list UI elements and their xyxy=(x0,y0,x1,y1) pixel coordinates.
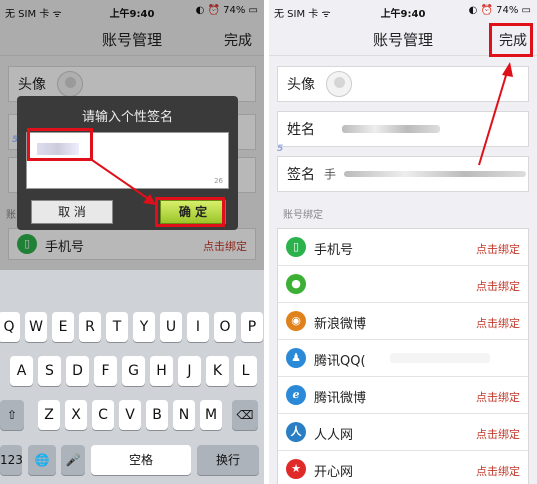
watermark-mark: 5 xyxy=(12,135,19,145)
key-f[interactable]: F xyxy=(94,356,117,386)
bind-item-renren[interactable]: 人 人人网 点击绑定 xyxy=(278,414,528,451)
qq-icon: ♟ xyxy=(286,348,306,368)
bind-name: 腾讯QQ( xyxy=(314,354,366,369)
phone-icon: ▯ xyxy=(286,237,306,257)
watermark-mark: 5 xyxy=(277,144,284,154)
key-g[interactable]: G xyxy=(122,356,145,386)
keyboard-row-2: ASDFGHJKL xyxy=(0,356,264,386)
microphone-key[interactable]: 🎤 xyxy=(61,445,85,475)
bind-item-tencent-weibo[interactable]: ℯ 腾讯微博 点击绑定 xyxy=(278,377,528,414)
key-o[interactable]: O xyxy=(214,312,236,342)
keyboard-row-1: QWERTYUIOP xyxy=(0,312,264,342)
bind-action[interactable]: 点击绑定 xyxy=(476,278,520,294)
shift-key[interactable]: ⇧ xyxy=(0,400,24,430)
delete-key[interactable]: ⌫ xyxy=(232,400,258,430)
key-k[interactable]: K xyxy=(206,356,229,386)
key-v[interactable]: V xyxy=(119,400,141,430)
bind-list: ▯ 手机号 点击绑定 ● 点击绑定 ◉ 新浪微博 点击绑定 ♟ 腾讯QQ( ℯ xyxy=(277,228,529,484)
tencent-weibo-icon: ℯ xyxy=(286,385,306,405)
bind-item-kaixin[interactable]: ★ 开心网 点击绑定 xyxy=(278,451,528,484)
key-a[interactable]: A xyxy=(10,356,33,386)
bind-action[interactable]: 点击绑定 xyxy=(476,315,520,331)
bind-action[interactable]: 点击绑定 xyxy=(476,426,520,442)
key-i[interactable]: I xyxy=(187,312,209,342)
qq-value-blurred xyxy=(390,353,490,363)
key-p[interactable]: P xyxy=(241,312,263,342)
arrow-to-done-icon xyxy=(478,62,513,166)
key-d[interactable]: D xyxy=(66,356,89,386)
wechat-icon: ● xyxy=(286,274,306,294)
key-s[interactable]: S xyxy=(38,356,61,386)
keyboard-row-4: 123 🌐 🎤 空格 换行 xyxy=(0,445,264,475)
key-h[interactable]: H xyxy=(150,356,173,386)
key-e[interactable]: E xyxy=(52,312,74,342)
return-key[interactable]: 换行 xyxy=(197,445,259,475)
key-w[interactable]: W xyxy=(25,312,47,342)
key-r[interactable]: R xyxy=(79,312,101,342)
keyboard: QWERTYUIOP ASDFGHJKL ⇧ ⌫ ZXCVBNM 123 🌐 🎤… xyxy=(0,270,264,484)
bind-action[interactable]: 点击绑定 xyxy=(476,389,520,405)
right-phone-screen: 无 SIM 卡 ᯤ 上午9:40 ◐ ⏰ 74% ▭ 账号管理 完成 头像 姓名… xyxy=(269,0,537,484)
key-n[interactable]: N xyxy=(173,400,195,430)
bind-name: 腾讯微博 xyxy=(314,391,367,406)
key-c[interactable]: C xyxy=(92,400,114,430)
bind-action[interactable]: 点击绑定 xyxy=(476,463,520,479)
bind-name: 开心网 xyxy=(314,465,354,480)
bind-name: 人人网 xyxy=(314,428,354,443)
left-phone-screen: 无 SIM 卡 ᯤ 上午9:40 ◐ ⏰ 74% ▭ 账号管理 完成 头像 姓 … xyxy=(0,0,264,484)
numbers-key[interactable]: 123 xyxy=(0,445,23,475)
key-m[interactable]: M xyxy=(200,400,222,430)
key-t[interactable]: T xyxy=(106,312,128,342)
key-u[interactable]: U xyxy=(160,312,182,342)
key-z[interactable]: Z xyxy=(38,400,60,430)
keyboard-row-3: ⇧ ⌫ ZXCVBNM xyxy=(0,400,264,430)
kaixin-icon: ★ xyxy=(286,459,306,479)
bind-name: 手机号 xyxy=(314,243,354,258)
key-q[interactable]: Q xyxy=(0,312,20,342)
renren-icon: 人 xyxy=(286,422,306,442)
bind-item-qq[interactable]: ♟ 腾讯QQ( xyxy=(278,340,528,377)
space-key[interactable]: 空格 xyxy=(91,445,191,475)
key-b[interactable]: B xyxy=(146,400,168,430)
bind-item-wechat[interactable]: ● 点击绑定 xyxy=(278,266,528,303)
key-y[interactable]: Y xyxy=(133,312,155,342)
globe-key[interactable]: 🌐 xyxy=(28,445,56,475)
screenshot-stage: 无 SIM 卡 ᯤ 上午9:40 ◐ ⏰ 74% ▭ 账号管理 完成 头像 姓 … xyxy=(0,0,537,484)
bind-item-phone[interactable]: ▯ 手机号 点击绑定 xyxy=(278,229,528,266)
bind-item-weibo[interactable]: ◉ 新浪微博 点击绑定 xyxy=(278,303,528,340)
arrow-to-confirm-icon xyxy=(91,159,156,205)
key-l[interactable]: L xyxy=(234,356,257,386)
bind-action[interactable]: 点击绑定 xyxy=(476,241,520,257)
key-j[interactable]: J xyxy=(178,356,201,386)
key-x[interactable]: X xyxy=(65,400,87,430)
bind-name: 新浪微博 xyxy=(314,317,367,332)
weibo-icon: ◉ xyxy=(286,311,306,331)
bind-section-title: 账号绑定 xyxy=(283,210,323,221)
